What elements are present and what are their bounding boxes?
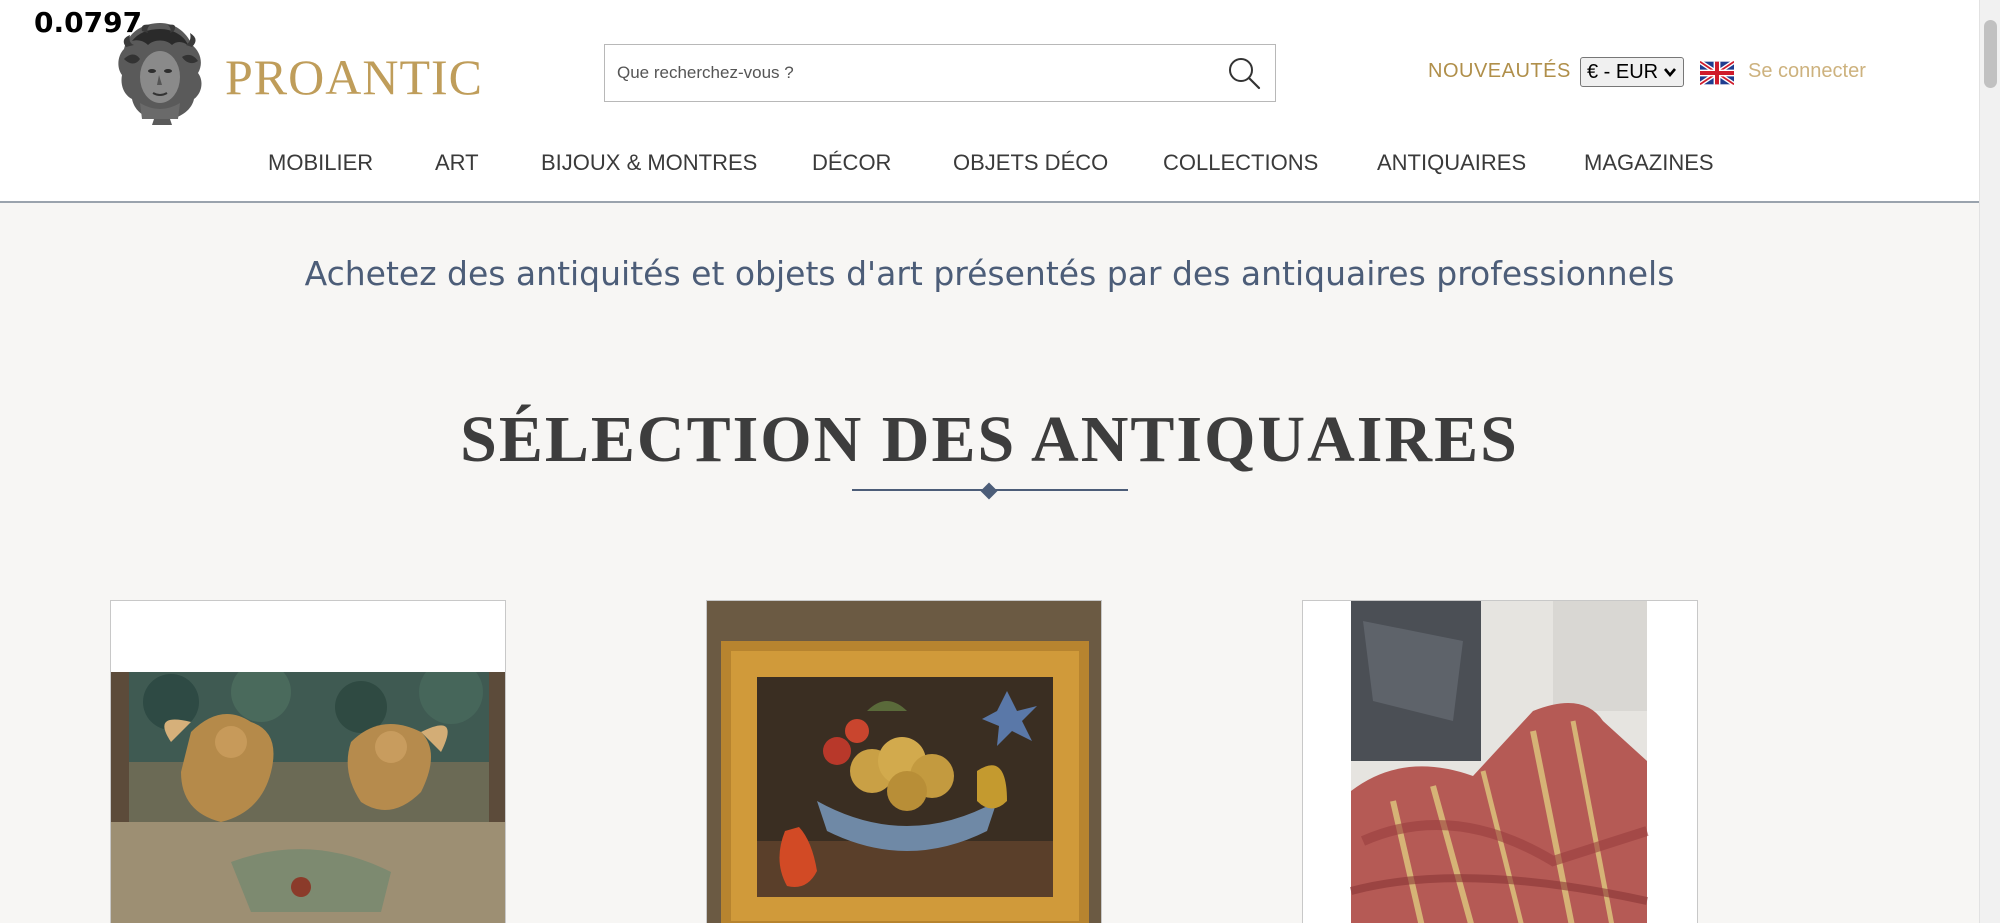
tagline: Achetez des antiquités et objets d'art p… bbox=[304, 254, 1675, 293]
search-input[interactable] bbox=[605, 45, 1213, 101]
logo-text: PROANTIC bbox=[225, 49, 484, 105]
section-title: SÉLECTION DES ANTIQUAIRES bbox=[460, 403, 1519, 476]
product-card-1[interactable] bbox=[110, 600, 506, 923]
product-image-tapestry bbox=[111, 672, 505, 923]
nav-item-collections[interactable]: COLLECTIONS bbox=[1163, 150, 1318, 176]
nav-item-antiquaires[interactable]: ANTIQUAIRES bbox=[1377, 150, 1526, 176]
nav-item-art[interactable]: ART bbox=[435, 150, 479, 176]
search-button[interactable] bbox=[1213, 45, 1275, 101]
nav-item-mobilier[interactable]: MOBILIER bbox=[268, 150, 373, 176]
scrollbar-thumb[interactable] bbox=[1984, 20, 1997, 88]
product-card-3[interactable] bbox=[1302, 600, 1698, 923]
uk-flag-icon[interactable] bbox=[1700, 61, 1734, 85]
search-icon bbox=[1229, 58, 1261, 90]
site-header: PROANTIC NOUVEAUTÉS € - EUR Se connecter… bbox=[0, 0, 1979, 203]
product-image-fabric bbox=[1303, 601, 1697, 923]
nav-item-objets-deco[interactable]: OBJETS DÉCO bbox=[953, 150, 1108, 176]
currency-select[interactable]: € - EUR bbox=[1580, 57, 1684, 87]
main-nav: MOBILIER ART BIJOUX & MONTRES DÉCOR OBJE… bbox=[0, 150, 1979, 180]
search-bar bbox=[604, 44, 1276, 102]
nav-item-magazines[interactable]: MAGAZINES bbox=[1584, 150, 1714, 176]
currency-value: € - EUR bbox=[1587, 60, 1659, 83]
product-card-2[interactable] bbox=[706, 600, 1102, 923]
nouveautes-link[interactable]: NOUVEAUTÉS bbox=[1428, 60, 1571, 83]
nav-item-bijoux-montres[interactable]: BIJOUX & MONTRES bbox=[541, 150, 757, 176]
scrollbar[interactable] bbox=[1979, 0, 2000, 923]
chevron-down-icon bbox=[1664, 68, 1676, 78]
diamond-icon bbox=[980, 482, 998, 500]
login-link[interactable]: Se connecter bbox=[1748, 60, 1866, 83]
overlay-value: 0.0797 bbox=[34, 6, 143, 39]
nav-item-decor[interactable]: DÉCOR bbox=[812, 150, 891, 176]
product-image-still-life bbox=[707, 601, 1101, 923]
